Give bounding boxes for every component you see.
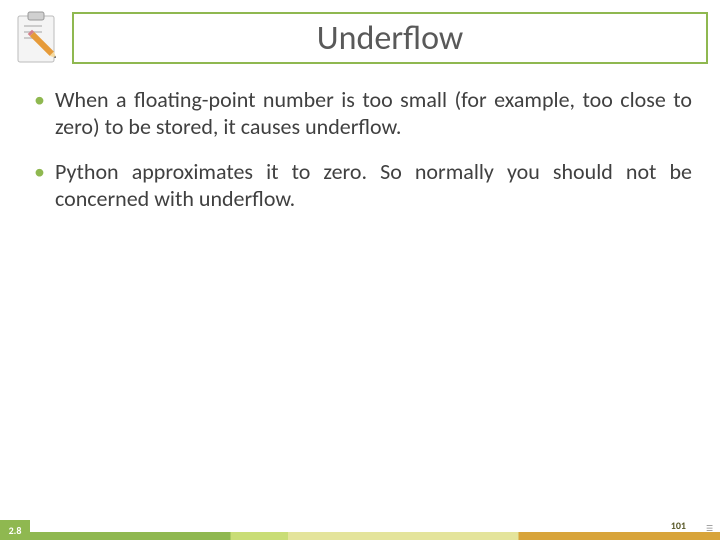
bullet-text: Python approximates it to zero. So norma… [55, 158, 692, 212]
page-number: 101 [671, 519, 686, 532]
bullet-item: • Python approximates it to zero. So nor… [34, 158, 692, 212]
footer: 2.8 101 ☰ [0, 520, 720, 540]
content-area: • When a floating-point number is too sm… [34, 86, 692, 230]
menu-icon: ☰ [706, 524, 716, 534]
bullet-text: When a floating-point number is too smal… [55, 86, 692, 140]
title-bar: Underflow [72, 12, 708, 64]
footer-color-bar [0, 532, 720, 540]
bullet-item: • When a floating-point number is too sm… [34, 86, 692, 140]
slide-title: Underflow [317, 18, 463, 59]
bullet-marker-icon: • [34, 86, 45, 114]
section-number: 2.8 [0, 520, 30, 540]
clipboard-pencil-icon [6, 6, 68, 68]
bullet-marker-icon: • [34, 158, 45, 186]
